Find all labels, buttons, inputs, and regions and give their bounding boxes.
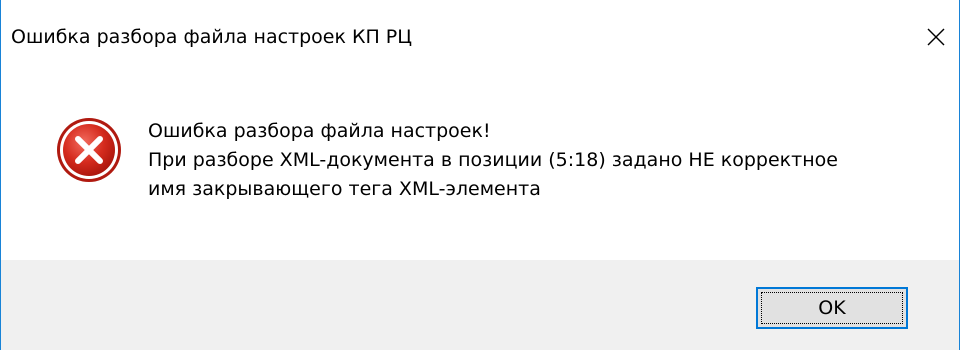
close-icon xyxy=(927,28,945,46)
message-line-3: имя закрывающего тега XML-элемента xyxy=(148,178,541,200)
close-button[interactable] xyxy=(913,6,959,68)
title-bar[interactable]: Ошибка разбора файла настроек КП РЦ xyxy=(1,0,959,74)
error-dialog: Ошибка разбора файла настроек КП РЦ Ошиб… xyxy=(0,0,960,350)
button-bar: OK xyxy=(1,260,959,350)
message-line-2: При разборе XML-документа в позиции (5:1… xyxy=(148,149,838,171)
dialog-title: Ошибка разбора файла настроек КП РЦ xyxy=(11,26,413,48)
ok-button-label: OK xyxy=(818,297,846,319)
error-message: Ошибка разбора файла настроек! При разбо… xyxy=(148,117,838,204)
ok-button[interactable]: OK xyxy=(756,287,908,329)
error-icon xyxy=(57,118,121,182)
message-line-1: Ошибка разбора файла настроек! xyxy=(148,120,491,142)
dialog-content: Ошибка разбора файла настроек! При разбо… xyxy=(1,74,959,260)
